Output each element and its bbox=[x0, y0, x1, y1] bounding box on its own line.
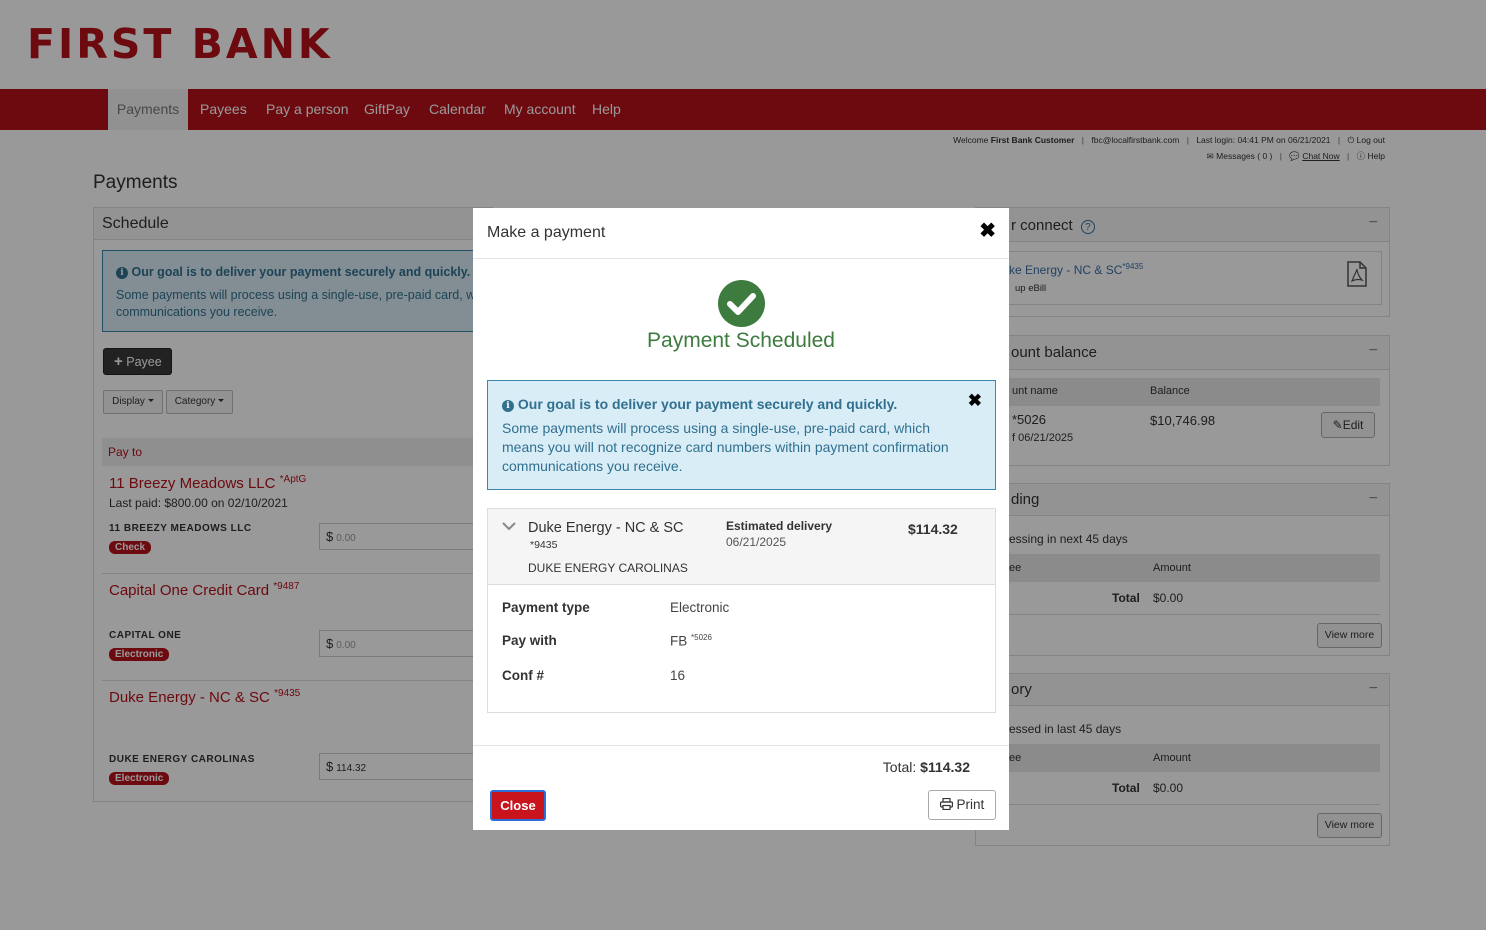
close-button[interactable]: Close bbox=[490, 790, 546, 821]
payment-type-value: Electronic bbox=[670, 600, 730, 615]
dismiss-alert-icon[interactable]: ✖ bbox=[968, 391, 982, 411]
modal-total: Total: $114.32 bbox=[883, 759, 970, 775]
modal-info-alert: i Our goal is to deliver your payment se… bbox=[487, 380, 996, 490]
payment-type-label: Payment type bbox=[502, 600, 590, 615]
modal-info-title-row: i Our goal is to deliver your payment se… bbox=[502, 396, 897, 412]
detail-payee-caps: DUKE ENERGY CAROLINAS bbox=[528, 561, 688, 575]
pay-with-account: FB bbox=[670, 633, 688, 649]
pay-with-label: Pay with bbox=[502, 633, 557, 648]
detail-payee-name: Duke Energy - NC & SC bbox=[528, 520, 684, 536]
conf-value: 16 bbox=[670, 668, 686, 683]
payment-status: Payment Scheduled bbox=[647, 329, 835, 352]
make-payment-modal: Make a payment ✖ Payment Scheduled i Our… bbox=[473, 208, 1009, 830]
payment-summary-row[interactable]: Duke Energy - NC & SC *9435 DUKE ENERGY … bbox=[488, 509, 995, 585]
pay-with-acct-suffix: *5026 bbox=[691, 633, 712, 642]
print-label: Print bbox=[956, 797, 985, 812]
modal-title: Make a payment bbox=[487, 224, 606, 241]
delivery-label: Estimated delivery bbox=[726, 519, 833, 533]
printer-icon bbox=[939, 797, 953, 811]
payment-detail-card: Duke Energy - NC & SC *9435 DUKE ENERGY … bbox=[487, 508, 996, 713]
modal-close-icon[interactable]: ✖ bbox=[979, 218, 996, 243]
detail-amount: $114.32 bbox=[908, 521, 958, 537]
modal-divider bbox=[473, 745, 1009, 746]
modal-info-title: Our goal is to deliver your payment secu… bbox=[517, 396, 898, 412]
chevron-down-icon[interactable] bbox=[502, 522, 516, 531]
detail-payee-acct: *9435 bbox=[530, 539, 558, 551]
total-value: $114.32 bbox=[920, 759, 970, 775]
success-check-icon bbox=[718, 280, 765, 327]
modal-info-body: Some payments will process using a singl… bbox=[502, 420, 949, 474]
modal-divider bbox=[473, 258, 1009, 259]
print-button[interactable]: Print bbox=[928, 790, 996, 820]
delivery-date: 06/21/2025 bbox=[726, 535, 787, 549]
total-label: Total: bbox=[882, 759, 917, 775]
pay-with-value: FB *5026 bbox=[670, 633, 712, 649]
conf-label: Conf # bbox=[502, 668, 544, 683]
info-icon: i bbox=[502, 400, 514, 412]
